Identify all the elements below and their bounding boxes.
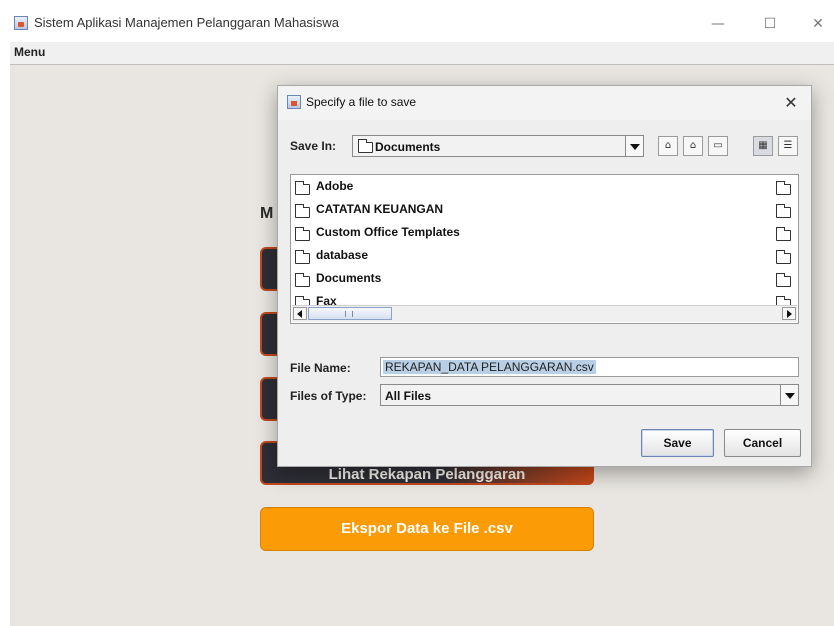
save-in-combo[interactable]: Documents <box>352 135 644 157</box>
menubar: Menu <box>10 42 834 65</box>
file-name: Adobe <box>316 179 354 193</box>
page-heading: M <box>260 205 274 222</box>
folder-icon <box>358 139 373 153</box>
minimize-button[interactable]: — <box>702 12 734 36</box>
list-view-icon[interactable]: ▦ <box>753 136 773 156</box>
files-of-type-label: Files of Type: <box>290 389 367 403</box>
file-name: database <box>316 248 369 262</box>
close-window-button[interactable]: ✕ <box>802 12 834 36</box>
file-name: Documents <box>316 271 382 285</box>
menu-menu[interactable]: Menu <box>14 45 45 59</box>
save-in-value: Documents <box>375 140 441 154</box>
folder-icon <box>776 273 791 287</box>
files-of-type-combo[interactable]: All Files <box>380 384 799 406</box>
up-folder-icon[interactable]: ⌂ <box>658 136 678 156</box>
file-name: Custom Office Templates <box>316 225 460 239</box>
scroll-left-icon[interactable] <box>293 307 307 320</box>
home-icon[interactable]: ⌂ <box>683 136 703 156</box>
folder-icon <box>776 227 791 241</box>
java-app-icon <box>14 16 28 30</box>
scroll-thumb[interactable] <box>308 307 392 320</box>
java-app-icon <box>287 95 301 109</box>
save-in-label: Save In: <box>290 139 337 153</box>
details-view-icon[interactable]: ☰ <box>778 136 798 156</box>
export-csv-button[interactable]: Ekspor Data ke File .csv <box>260 507 594 551</box>
folder-icon <box>776 250 791 264</box>
chevron-down-icon[interactable] <box>625 136 643 156</box>
file-name-value: REKAPAN_DATA PELANGGARAN.csv <box>383 360 596 374</box>
folder-icon <box>295 181 310 195</box>
maximize-button[interactable]: ☐ <box>754 12 786 36</box>
files-of-type-value: All Files <box>385 389 432 403</box>
folder-icon <box>295 250 310 264</box>
cancel-button[interactable]: Cancel <box>724 429 801 457</box>
dialog-title: Specify a file to save <box>306 95 417 109</box>
scroll-right-icon[interactable] <box>782 307 796 320</box>
save-file-dialog: Specify a file to save ✕ Save In: Docume… <box>277 85 812 467</box>
horizontal-scrollbar[interactable] <box>292 305 797 322</box>
folder-icon <box>776 181 791 195</box>
new-folder-icon[interactable]: ▭ <box>708 136 728 156</box>
dialog-close-button[interactable]: ✕ <box>777 90 805 116</box>
file-name-input[interactable]: REKAPAN_DATA PELANGGARAN.csv <box>380 357 799 377</box>
folder-icon <box>295 204 310 218</box>
folder-icon <box>776 204 791 218</box>
folder-icon <box>295 227 310 241</box>
file-list[interactable]: Adobe CATATAN KEUANGAN Custom Office Tem… <box>290 174 799 324</box>
chevron-down-icon[interactable] <box>780 385 798 405</box>
folder-icon <box>295 273 310 287</box>
save-button[interactable]: Save <box>641 429 714 457</box>
file-name-label: File Name: <box>290 361 351 375</box>
file-name: CATATAN KEUANGAN <box>316 202 444 216</box>
window-titlebar: Sistem Aplikasi Manajemen Pelanggaran Ma… <box>10 8 834 40</box>
dialog-titlebar: Specify a file to save ✕ <box>278 86 811 120</box>
window-title: Sistem Aplikasi Manajemen Pelanggaran Ma… <box>34 15 339 30</box>
